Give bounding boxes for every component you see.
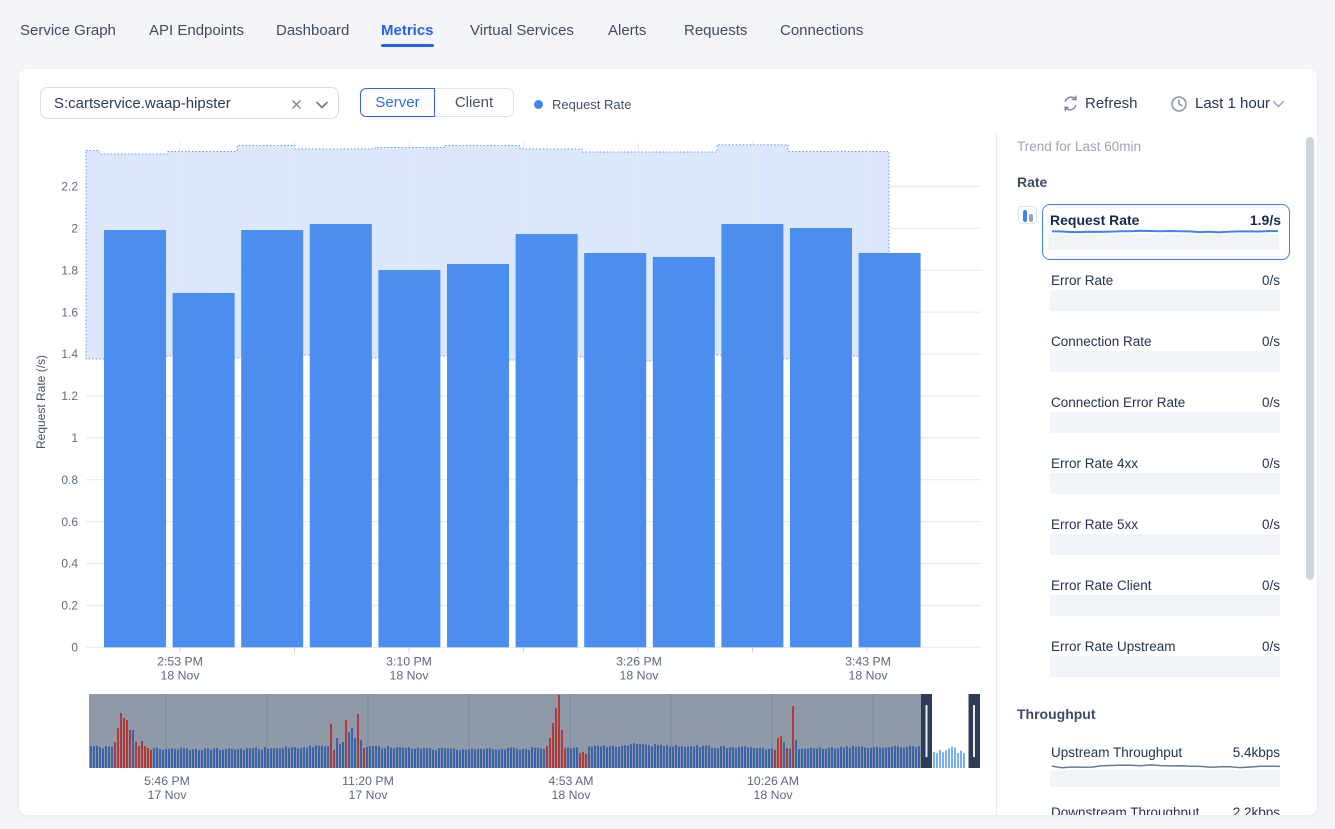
svg-text:17 Nov: 17 Nov: [349, 788, 389, 802]
svg-text:2: 2: [71, 222, 78, 236]
svg-text:3:26 PM: 3:26 PM: [616, 655, 662, 669]
svg-text:18 Nov: 18 Nov: [849, 669, 889, 683]
svg-text:18 Nov: 18 Nov: [754, 788, 794, 802]
svg-text:0.6: 0.6: [61, 515, 78, 529]
svg-text:2.2: 2.2: [61, 180, 78, 194]
svg-text:Request Rate (/s): Request Rate (/s): [34, 355, 48, 449]
svg-text:1.8: 1.8: [61, 263, 78, 277]
svg-text:0.4: 0.4: [61, 557, 78, 571]
svg-text:10:26 AM: 10:26 AM: [747, 774, 799, 788]
svg-text:3:10 PM: 3:10 PM: [386, 655, 432, 669]
svg-text:11:20 PM: 11:20 PM: [342, 774, 394, 788]
svg-text:1.2: 1.2: [61, 389, 78, 403]
svg-text:17 Nov: 17 Nov: [148, 788, 188, 802]
svg-text:3:43 PM: 3:43 PM: [845, 655, 891, 669]
svg-text:4:53 AM: 4:53 AM: [548, 774, 593, 788]
svg-text:2:53 PM: 2:53 PM: [157, 655, 203, 669]
svg-text:1.6: 1.6: [61, 305, 78, 319]
svg-text:0.2: 0.2: [61, 599, 78, 613]
svg-text:5:46 PM: 5:46 PM: [144, 774, 190, 788]
svg-text:18 Nov: 18 Nov: [161, 669, 201, 683]
svg-text:18 Nov: 18 Nov: [620, 669, 660, 683]
svg-text:18 Nov: 18 Nov: [390, 669, 430, 683]
svg-text:1: 1: [71, 431, 78, 445]
svg-text:0: 0: [71, 641, 78, 655]
svg-text:18 Nov: 18 Nov: [552, 788, 592, 802]
svg-text:1.4: 1.4: [61, 347, 78, 361]
svg-text:0.8: 0.8: [61, 473, 78, 487]
